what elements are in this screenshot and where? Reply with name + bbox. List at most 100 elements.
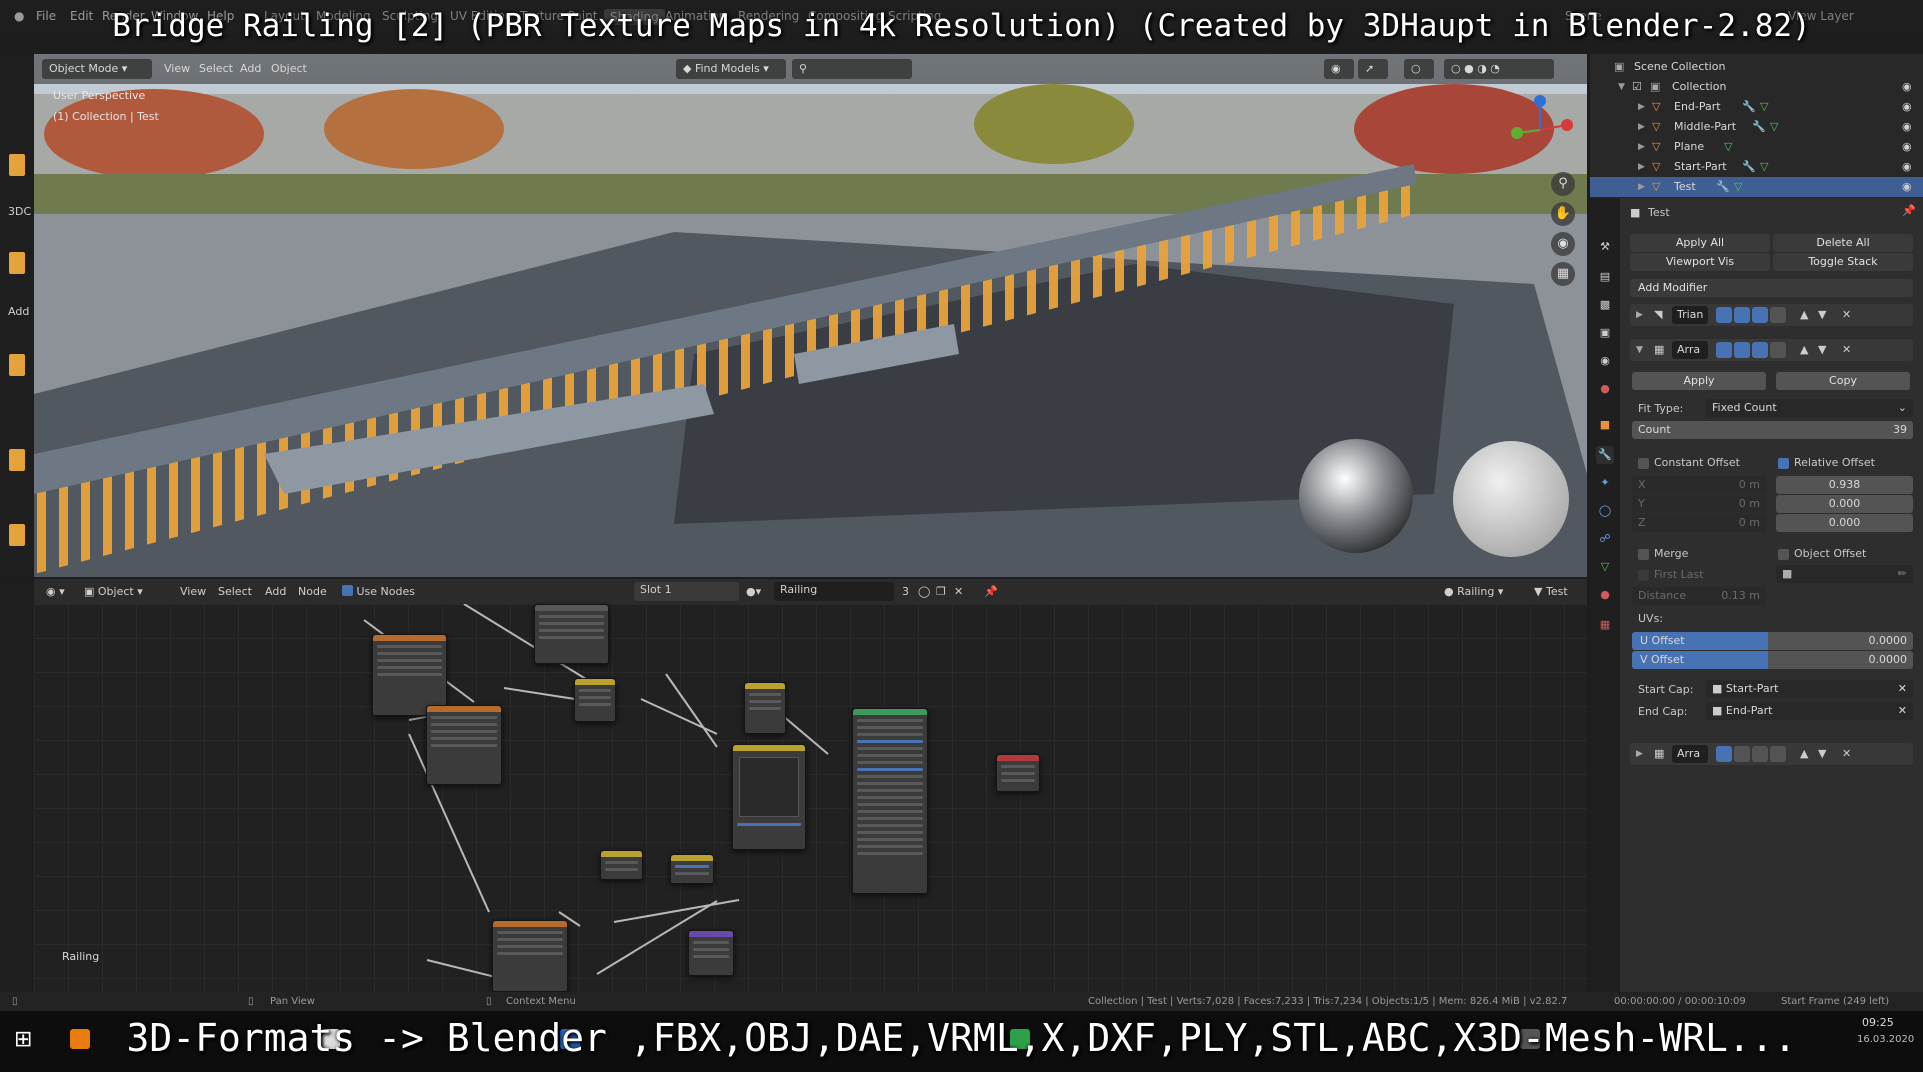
overlay-icon[interactable]: ○ <box>1404 59 1434 79</box>
eye-icon[interactable]: ◉ <box>1902 97 1912 117</box>
slot-dropdown[interactable]: Slot 1 <box>634 582 739 601</box>
tool-rotate-icon[interactable] <box>9 252 25 274</box>
new-material-icon[interactable]: ❐ <box>936 585 946 598</box>
texture-node[interactable] <box>372 634 447 716</box>
eye-icon[interactable]: ◉ <box>1902 137 1912 157</box>
data-tab-icon[interactable]: ▽ <box>1596 558 1614 576</box>
viewport-display-icon[interactable] <box>1734 746 1750 762</box>
shader-type-dropdown[interactable]: ▣ Object ▾ <box>84 585 143 598</box>
node-menu-view[interactable]: View <box>180 585 206 598</box>
relative-offset-checkbox[interactable] <box>1778 458 1789 469</box>
chevron-right-icon[interactable]: ▶ <box>1638 137 1645 157</box>
viewport-display-icon[interactable] <box>1734 307 1750 323</box>
outliner-item-end-part[interactable]: ▶ ▽ End-Part 🔧 ▽ ◉ <box>1590 97 1923 117</box>
material-browse-icon[interactable]: ●▾ <box>746 585 761 598</box>
modifier-tab-icon[interactable]: 🔧 <box>1596 446 1614 464</box>
mix-node[interactable] <box>574 678 616 722</box>
node-menu-node[interactable]: Node <box>298 585 327 598</box>
relative-y-field[interactable]: 0.000 <box>1776 495 1913 513</box>
tool-transform-icon[interactable] <box>9 449 25 471</box>
object-offset-checkbox[interactable] <box>1778 549 1789 560</box>
eyedropper-icon[interactable]: ✏ <box>1898 565 1907 583</box>
editmode-icon[interactable] <box>1752 342 1768 358</box>
close-icon[interactable]: ✕ <box>1842 304 1851 326</box>
tool-scale-icon[interactable] <box>9 354 25 376</box>
outliner-item-start-part[interactable]: ▶ ▽ Start-Part 🔧 ▽ ◉ <box>1590 157 1923 177</box>
oncage-icon[interactable] <box>1770 746 1786 762</box>
editmode-icon[interactable] <box>1752 746 1768 762</box>
chevron-right-icon[interactable]: ▶ <box>1636 304 1643 326</box>
image-texture-node[interactable] <box>426 705 502 785</box>
node-menu-add[interactable]: Add <box>265 585 286 598</box>
outliner-scene-collection[interactable]: ▣ Scene Collection <box>1590 57 1923 77</box>
chevron-right-icon[interactable]: ▶ <box>1636 743 1643 765</box>
delete-all-button[interactable]: Delete All <box>1773 234 1913 252</box>
modifier-array[interactable]: ▼ ▦ Arra ▲ ▼ ✕ <box>1630 339 1913 361</box>
outliner-item-plane[interactable]: ▶ ▽ Plane ▽ ◉ <box>1590 137 1923 157</box>
principled-bsdf-node[interactable] <box>852 708 928 894</box>
tool-move-icon[interactable] <box>9 154 25 176</box>
modifier-array-2[interactable]: ▶ ▦ Arra ▲ ▼ ✕ <box>1630 743 1913 765</box>
search-input[interactable]: ⚲ <box>792 59 912 79</box>
mapping-node[interactable] <box>534 604 609 664</box>
close-icon[interactable]: ✕ <box>1898 702 1907 720</box>
editmode-icon[interactable] <box>1752 307 1768 323</box>
merge-distance-field[interactable]: Distance 0.13 m <box>1632 587 1766 605</box>
constant-y-field[interactable]: Y0 m <box>1632 495 1766 513</box>
texture-tab-icon[interactable]: ▦ <box>1596 616 1614 634</box>
use-nodes-checkbox[interactable]: Use Nodes <box>342 585 415 598</box>
outliner-item-test[interactable]: ▶ ▽ Test 🔧 ▽ ◉ <box>1590 177 1923 197</box>
normal-map-node[interactable] <box>688 930 734 976</box>
constant-x-field[interactable]: X0 m <box>1632 476 1766 494</box>
move-down-icon[interactable]: ▼ <box>1818 743 1826 765</box>
material-tab-icon[interactable]: ● <box>1596 586 1614 604</box>
editor-type-icon[interactable]: ◉ ▾ <box>46 585 65 598</box>
toggle-stack-button[interactable]: Toggle Stack <box>1773 253 1913 271</box>
end-cap-field[interactable]: ■ End-Part ✕ <box>1706 702 1913 720</box>
relative-x-field[interactable]: 0.938 <box>1776 476 1913 494</box>
grid-icon[interactable]: ▦ <box>1551 262 1575 286</box>
particles-tab-icon[interactable]: ✦ <box>1596 474 1614 492</box>
material-name-field[interactable]: Railing <box>774 582 894 601</box>
camera-icon[interactable]: ◉ <box>1551 232 1575 256</box>
outliner-item-middle-part[interactable]: ▶ ▽ Middle-Part 🔧 ▽ ◉ <box>1590 117 1923 137</box>
move-down-icon[interactable]: ▼ <box>1818 304 1826 326</box>
chevron-right-icon[interactable]: ▶ <box>1638 117 1645 137</box>
node-menu-select[interactable]: Select <box>218 585 252 598</box>
camera-icon[interactable] <box>1716 307 1732 323</box>
navigation-gizmo[interactable] <box>1505 95 1575 165</box>
viewport-display-icon[interactable] <box>1734 342 1750 358</box>
gizmo-icon[interactable]: ➚ <box>1358 59 1388 79</box>
add-modifier-dropdown[interactable]: Add Modifier <box>1630 279 1913 297</box>
chevron-right-icon[interactable]: ▶ <box>1638 157 1645 177</box>
camera-icon[interactable] <box>1716 342 1732 358</box>
3d-viewport[interactable] <box>34 54 1587 577</box>
object-tab-icon[interactable]: ■ <box>1596 416 1614 434</box>
view-layer-tab-icon[interactable]: ▣ <box>1596 324 1614 342</box>
viewport-vis-button[interactable]: Viewport Vis <box>1630 253 1770 271</box>
visibility-icon[interactable]: ◉ <box>1324 59 1354 79</box>
oncage-icon[interactable] <box>1770 342 1786 358</box>
merge-checkbox[interactable] <box>1638 549 1649 560</box>
output-tab-icon[interactable]: ▩ <box>1596 296 1614 314</box>
pin-icon[interactable]: 📌 <box>984 585 998 598</box>
first-last-checkbox[interactable] <box>1638 570 1649 581</box>
hand-pan-icon[interactable]: ✋ <box>1551 202 1575 226</box>
move-up-icon[interactable]: ▲ <box>1800 304 1808 326</box>
v-offset-field[interactable]: V Offset 0.0000 <box>1632 651 1913 669</box>
constraints-tab-icon[interactable]: ☍ <box>1596 530 1614 548</box>
mix-node[interactable] <box>744 682 786 734</box>
viewport-menu-object[interactable]: Object <box>264 59 314 79</box>
tool-tab-icon[interactable]: ⚒ <box>1596 238 1614 256</box>
node-editor-canvas[interactable] <box>34 604 1587 992</box>
offset-object-field[interactable]: ■ ✏ <box>1776 565 1913 583</box>
pin-icon[interactable]: 📌 <box>1902 204 1916 217</box>
separate-node[interactable] <box>600 850 643 880</box>
unlink-icon[interactable]: ✕ <box>954 585 963 598</box>
move-up-icon[interactable]: ▲ <box>1800 339 1808 361</box>
material-users-count[interactable]: 3 <box>902 585 909 598</box>
modifier-triangulate[interactable]: ▶ ◥ Trian ▲ ▼ ✕ <box>1630 304 1913 326</box>
start-cap-field[interactable]: ■ Start-Part ✕ <box>1706 680 1913 698</box>
move-down-icon[interactable]: ▼ <box>1818 339 1826 361</box>
object-mode-dropdown[interactable]: Object Mode ▾ <box>42 59 152 79</box>
